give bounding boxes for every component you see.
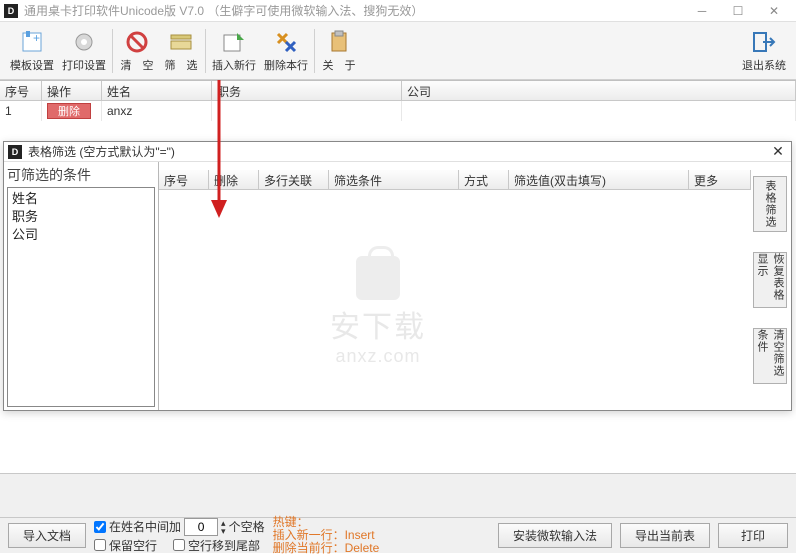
minimize-button[interactable]: ─: [684, 0, 720, 21]
filter-field-item[interactable]: 职务: [12, 208, 150, 226]
exit-icon: [751, 29, 777, 55]
clipboard-icon: [326, 29, 352, 55]
col-op[interactable]: 操作: [42, 81, 102, 100]
dialog-logo-icon: D: [8, 145, 22, 159]
dialog-close-button[interactable]: ✕: [769, 143, 787, 160]
insert-row-icon: [221, 29, 247, 55]
col-company[interactable]: 公司: [402, 81, 796, 100]
cell-name[interactable]: anxz: [102, 101, 212, 121]
template-settings-button[interactable]: + 模板设置: [6, 25, 58, 77]
insert-mid-checkbox[interactable]: [94, 521, 106, 533]
window-title: 通用桌卡打印软件Unicode版 V7.0 （生僻字可使用微软输入法、搜狗无效）: [24, 2, 684, 19]
toolbar-separator: [205, 29, 206, 73]
filter-icon: [168, 29, 194, 55]
cell-company[interactable]: [402, 101, 796, 121]
exit-button[interactable]: 退出系统: [738, 25, 790, 77]
fcol-multi[interactable]: 多行关联: [259, 170, 329, 189]
fcol-cond[interactable]: 筛选条件: [329, 170, 459, 189]
app-logo-icon: D: [4, 4, 18, 18]
hotkey-hint: 热键： 插入新一行：Insert 删除当前行：Delete: [273, 516, 380, 555]
row-delete-button[interactable]: 删除: [47, 103, 91, 119]
keep-blank-checkbox-row[interactable]: 保留空行 空行移到尾部: [94, 537, 265, 554]
toolbar-separator: [314, 29, 315, 73]
filter-actions-panel: 表格筛选 恢复表格显示 清空筛选条件: [751, 162, 791, 410]
filter-button[interactable]: 筛 选: [159, 25, 203, 77]
filter-dialog: D 表格筛选 (空方式默认为"=") ✕ 可筛选的条件 姓名 职务 公司 序号 …: [3, 141, 792, 411]
fcol-seq[interactable]: 序号: [159, 170, 209, 189]
about-button[interactable]: 关 于: [317, 25, 361, 77]
main-titlebar: D 通用桌卡打印软件Unicode版 V7.0 （生僻字可使用微软输入法、搜狗无…: [0, 0, 796, 22]
template-icon: +: [19, 29, 45, 55]
filter-dialog-title: 表格筛选 (空方式默认为"="): [28, 143, 769, 160]
fcol-more[interactable]: 更多: [689, 170, 751, 189]
print-settings-button[interactable]: 打印设置: [58, 25, 110, 77]
cell-seq: 1: [0, 101, 42, 121]
insert-mid-checkbox-row[interactable]: 在姓名中间加 ▴▾ 个空格: [94, 518, 265, 536]
table-row[interactable]: 1 删除 anxz: [0, 101, 796, 121]
restore-table-button[interactable]: 恢复表格显示: [753, 252, 787, 308]
fcol-del[interactable]: 删除: [209, 170, 259, 189]
main-toolbar: + 模板设置 打印设置 清 空 筛 选 插入新行 删除本行 关 于 退出系统: [0, 22, 796, 80]
col-seq[interactable]: 序号: [0, 81, 42, 100]
delete-row-button[interactable]: 删除本行: [260, 25, 312, 77]
clear-button[interactable]: 清 空: [115, 25, 159, 77]
close-button[interactable]: ✕: [756, 0, 792, 21]
table-header-row: 序号 操作 姓名 职务 公司: [0, 81, 796, 101]
filter-conditions-panel: 可筛选的条件 姓名 职务 公司: [4, 162, 159, 410]
filter-grid-panel: 序号 删除 多行关联 筛选条件 方式 筛选值(双击填写) 更多: [159, 162, 751, 410]
delete-row-icon: [273, 29, 299, 55]
export-table-button[interactable]: 导出当前表: [620, 523, 710, 548]
spinner-arrows-icon[interactable]: ▴▾: [221, 519, 226, 535]
install-ime-button[interactable]: 安装微软输入法: [498, 523, 612, 548]
clear-icon: [124, 29, 150, 55]
keep-blank-checkbox[interactable]: [94, 539, 106, 551]
blank-tail-checkbox[interactable]: [173, 539, 185, 551]
print-button[interactable]: 打印: [718, 523, 788, 548]
filter-field-item[interactable]: 公司: [12, 226, 150, 244]
filter-conditions-caption: 可筛选的条件: [7, 165, 155, 185]
fcol-mode[interactable]: 方式: [459, 170, 509, 189]
filter-field-item[interactable]: 姓名: [12, 190, 150, 208]
cell-title[interactable]: [212, 101, 402, 121]
col-name[interactable]: 姓名: [102, 81, 212, 100]
toolbar-separator: [112, 29, 113, 73]
gear-icon: [71, 29, 97, 55]
svg-text:+: +: [33, 31, 40, 45]
col-title[interactable]: 职务: [212, 81, 402, 100]
maximize-button[interactable]: ☐: [720, 0, 756, 21]
filter-grid-header: 序号 删除 多行关联 筛选条件 方式 筛选值(双击填写) 更多: [159, 170, 751, 190]
footer-bar: 导入文档 在姓名中间加 ▴▾ 个空格 保留空行 空行移到尾部 热键： 插入新一行…: [0, 517, 796, 553]
cell-op: 删除: [42, 101, 102, 121]
bottom-blank-area: [0, 473, 796, 517]
apply-filter-button[interactable]: 表格筛选: [753, 176, 787, 232]
insert-row-button[interactable]: 插入新行: [208, 25, 260, 77]
clear-filter-button[interactable]: 清空筛选条件: [753, 328, 787, 384]
import-doc-button[interactable]: 导入文档: [8, 523, 86, 548]
filter-conditions-listbox[interactable]: 姓名 职务 公司: [7, 187, 155, 407]
main-data-table: 序号 操作 姓名 职务 公司 1 删除 anxz: [0, 80, 796, 121]
spaces-spinner[interactable]: [184, 518, 218, 536]
filter-dialog-titlebar: D 表格筛选 (空方式默认为"=") ✕: [4, 142, 791, 162]
fcol-value[interactable]: 筛选值(双击填写): [509, 170, 689, 189]
